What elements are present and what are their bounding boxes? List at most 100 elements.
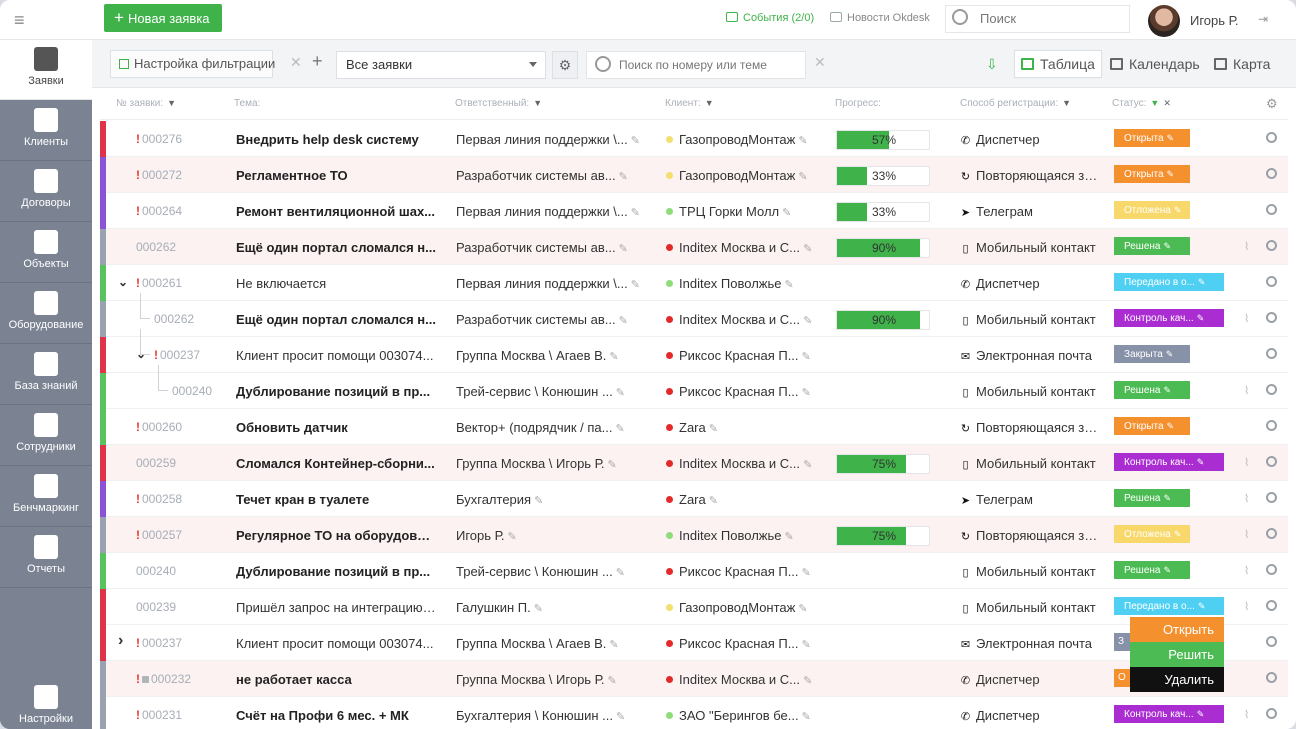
edit-icon[interactable]: ✎ xyxy=(1167,421,1175,431)
request-number[interactable]: 000259 xyxy=(136,456,246,470)
request-client-value[interactable]: Zara xyxy=(679,492,706,507)
request-client-value[interactable]: ГазопроводМонтаж xyxy=(679,168,795,183)
edit-icon[interactable]: ✎ xyxy=(799,711,811,723)
request-client-value[interactable]: Inditex Москва и С... xyxy=(679,672,800,687)
request-client[interactable]: Риксос Красная П... ✎ xyxy=(666,384,818,399)
events-link[interactable]: События (2/0) xyxy=(726,12,814,24)
request-client-value[interactable]: Риксос Красная П... xyxy=(679,348,799,363)
col-registration[interactable]: Способ регистрации: ▼ xyxy=(960,98,1071,109)
request-number-value[interactable]: 000231 xyxy=(142,708,182,722)
request-number-value[interactable]: 000262 xyxy=(154,312,194,326)
edit-icon[interactable]: ✎ xyxy=(795,171,807,183)
edit-icon[interactable]: ✎ xyxy=(616,711,625,723)
edit-icon[interactable]: ✎ xyxy=(799,387,811,399)
request-number[interactable]: ! 000260 xyxy=(136,420,246,434)
request-client-value[interactable]: Zara xyxy=(679,420,706,435)
table-row[interactable]: 000239 Пришёл запрос на интеграцию ... Гал… xyxy=(100,589,1288,625)
table-row[interactable]: ! 000260 Обновить датчик Вектор+ (подрядчик… xyxy=(100,409,1288,445)
request-client-value[interactable]: ТРЦ Горки Молл xyxy=(679,204,779,219)
request-theme[interactable]: Регламентное ТО xyxy=(236,168,436,183)
sidebar-item-4[interactable]: Оборудование xyxy=(0,284,92,344)
request-client[interactable]: Inditex Москва и С... ✎ xyxy=(666,312,818,327)
request-number-value[interactable]: 000239 xyxy=(136,600,176,614)
request-client-value[interactable]: Риксос Красная П... xyxy=(679,384,799,399)
request-theme[interactable]: Обновить датчик xyxy=(236,420,436,435)
table-row[interactable]: ⌄! 000237 Клиент просит помощи 003074... Гр… xyxy=(100,329,1288,373)
edit-icon[interactable]: ✎ xyxy=(1166,349,1174,359)
request-number[interactable]: ! 000258 xyxy=(136,492,246,506)
request-client-value[interactable]: Риксос Красная П... xyxy=(679,636,799,651)
zoom-icon[interactable] xyxy=(1266,636,1277,647)
clear-search-icon[interactable]: ✕ xyxy=(814,54,826,71)
request-theme[interactable]: не работает касса xyxy=(236,672,436,687)
request-number-value[interactable]: 000240 xyxy=(172,384,212,398)
col-progress[interactable]: Прогресс: xyxy=(835,98,881,109)
edit-icon[interactable]: ✎ xyxy=(795,135,807,147)
request-number[interactable]: ! 000237 xyxy=(136,636,246,650)
edit-icon[interactable]: ✎ xyxy=(619,315,628,327)
status-badge[interactable]: Контроль кач... ✎ xyxy=(1114,705,1224,723)
table-row[interactable]: ! 000264 Ремонт вентиляционной шах... Перва… xyxy=(100,193,1288,229)
filter-icon[interactable]: ▼ xyxy=(167,98,176,108)
request-number-value[interactable]: 000261 xyxy=(142,276,182,290)
request-theme[interactable]: Дублирование позиций в пр... xyxy=(236,564,436,579)
attachment-icon[interactable]: ⌇ xyxy=(1244,312,1249,325)
request-client-value[interactable]: ГазопроводМонтаж xyxy=(679,132,795,147)
request-theme[interactable]: Ремонт вентиляционной шах... xyxy=(236,204,436,219)
request-number-value[interactable]: 000237 xyxy=(142,636,182,650)
edit-icon[interactable]: ✎ xyxy=(608,459,617,471)
edit-icon[interactable]: ✎ xyxy=(795,603,807,615)
attachment-icon[interactable]: ⌇ xyxy=(1244,564,1249,577)
table-row[interactable]: ! 000276 Внедрить help desk систему Первая … xyxy=(100,121,1288,157)
request-theme[interactable]: Течет кран в туалете xyxy=(236,492,436,507)
filter-icon[interactable]: ▼ xyxy=(533,98,542,108)
zoom-icon[interactable] xyxy=(1266,384,1277,395)
edit-icon[interactable]: ✎ xyxy=(1197,313,1205,323)
sidebar-item-2[interactable]: Договоры xyxy=(0,162,92,222)
table-row[interactable]: ⌄! 000261 Не включается Первая линия поддер… xyxy=(100,265,1288,301)
request-client[interactable]: ЗАО "Берингов бе... ✎ xyxy=(666,708,818,723)
export-excel-icon[interactable]: ⇩ xyxy=(986,56,998,73)
request-number-value[interactable]: 000237 xyxy=(160,348,200,362)
edit-icon[interactable]: ✎ xyxy=(534,603,543,615)
clear-filter-icon[interactable]: ✕ xyxy=(290,54,302,71)
expand-chevron-icon[interactable]: › xyxy=(118,632,123,650)
view-table-button[interactable]: Таблица xyxy=(1014,50,1102,78)
user-name[interactable]: Игорь Р. xyxy=(1190,13,1238,28)
request-theme[interactable]: Дублирование позиций в пр... xyxy=(236,384,436,399)
request-client[interactable]: Риксос Красная П... ✎ xyxy=(666,564,818,579)
edit-icon[interactable]: ✎ xyxy=(781,531,794,543)
logout-icon[interactable]: ⇥ xyxy=(1258,12,1268,26)
request-client[interactable]: Inditex Москва и С... ✎ xyxy=(666,240,818,255)
request-client-value[interactable]: Inditex Поволжье xyxy=(679,528,781,543)
zoom-icon[interactable] xyxy=(1266,672,1277,683)
request-client[interactable]: Inditex Поволжье ✎ xyxy=(666,528,818,543)
request-theme[interactable]: Внедрить help desk систему xyxy=(236,132,436,147)
table-row[interactable]: ! 000272 Регламентное ТО Разработчик систем… xyxy=(100,157,1288,193)
request-number[interactable]: ! 000272 xyxy=(136,168,246,182)
status-badge[interactable]: Решена ✎ xyxy=(1114,381,1190,399)
status-badge[interactable]: Открыта ✎ xyxy=(1114,129,1190,147)
edit-icon[interactable]: ✎ xyxy=(799,639,811,651)
status-badge[interactable]: Отложена ✎ xyxy=(1114,525,1190,543)
news-link[interactable]: Новости Okdesk xyxy=(830,12,930,24)
filter-icon[interactable]: ▼ xyxy=(1062,98,1071,108)
status-badge[interactable]: Отложена ✎ xyxy=(1114,201,1190,219)
zoom-icon[interactable] xyxy=(1266,456,1277,467)
request-client-value[interactable]: Риксос Красная П... xyxy=(679,564,799,579)
edit-icon[interactable]: ✎ xyxy=(631,207,640,219)
request-number-value[interactable]: 000262 xyxy=(136,240,176,254)
edit-icon[interactable]: ✎ xyxy=(631,135,640,147)
context-menu-item[interactable]: Открыть xyxy=(1130,617,1224,642)
zoom-icon[interactable] xyxy=(1266,420,1277,431)
request-number-value[interactable]: 000232 xyxy=(151,672,191,686)
col-number[interactable]: № заявки: ▼ xyxy=(116,98,176,109)
table-row[interactable]: 000240 Дублирование позиций в пр... Трей-с… xyxy=(100,553,1288,589)
select-settings-gear-icon[interactable]: ⚙ xyxy=(552,51,578,79)
request-client-value[interactable]: Inditex Москва и С... xyxy=(679,312,800,327)
filter-icon[interactable]: ▼ xyxy=(705,98,714,108)
request-scope-select[interactable]: Все заявки xyxy=(336,51,546,79)
edit-icon[interactable]: ✎ xyxy=(616,567,625,579)
request-theme[interactable]: Не включается xyxy=(236,276,436,291)
status-badge[interactable]: Закрыта ✎ xyxy=(1114,345,1190,363)
